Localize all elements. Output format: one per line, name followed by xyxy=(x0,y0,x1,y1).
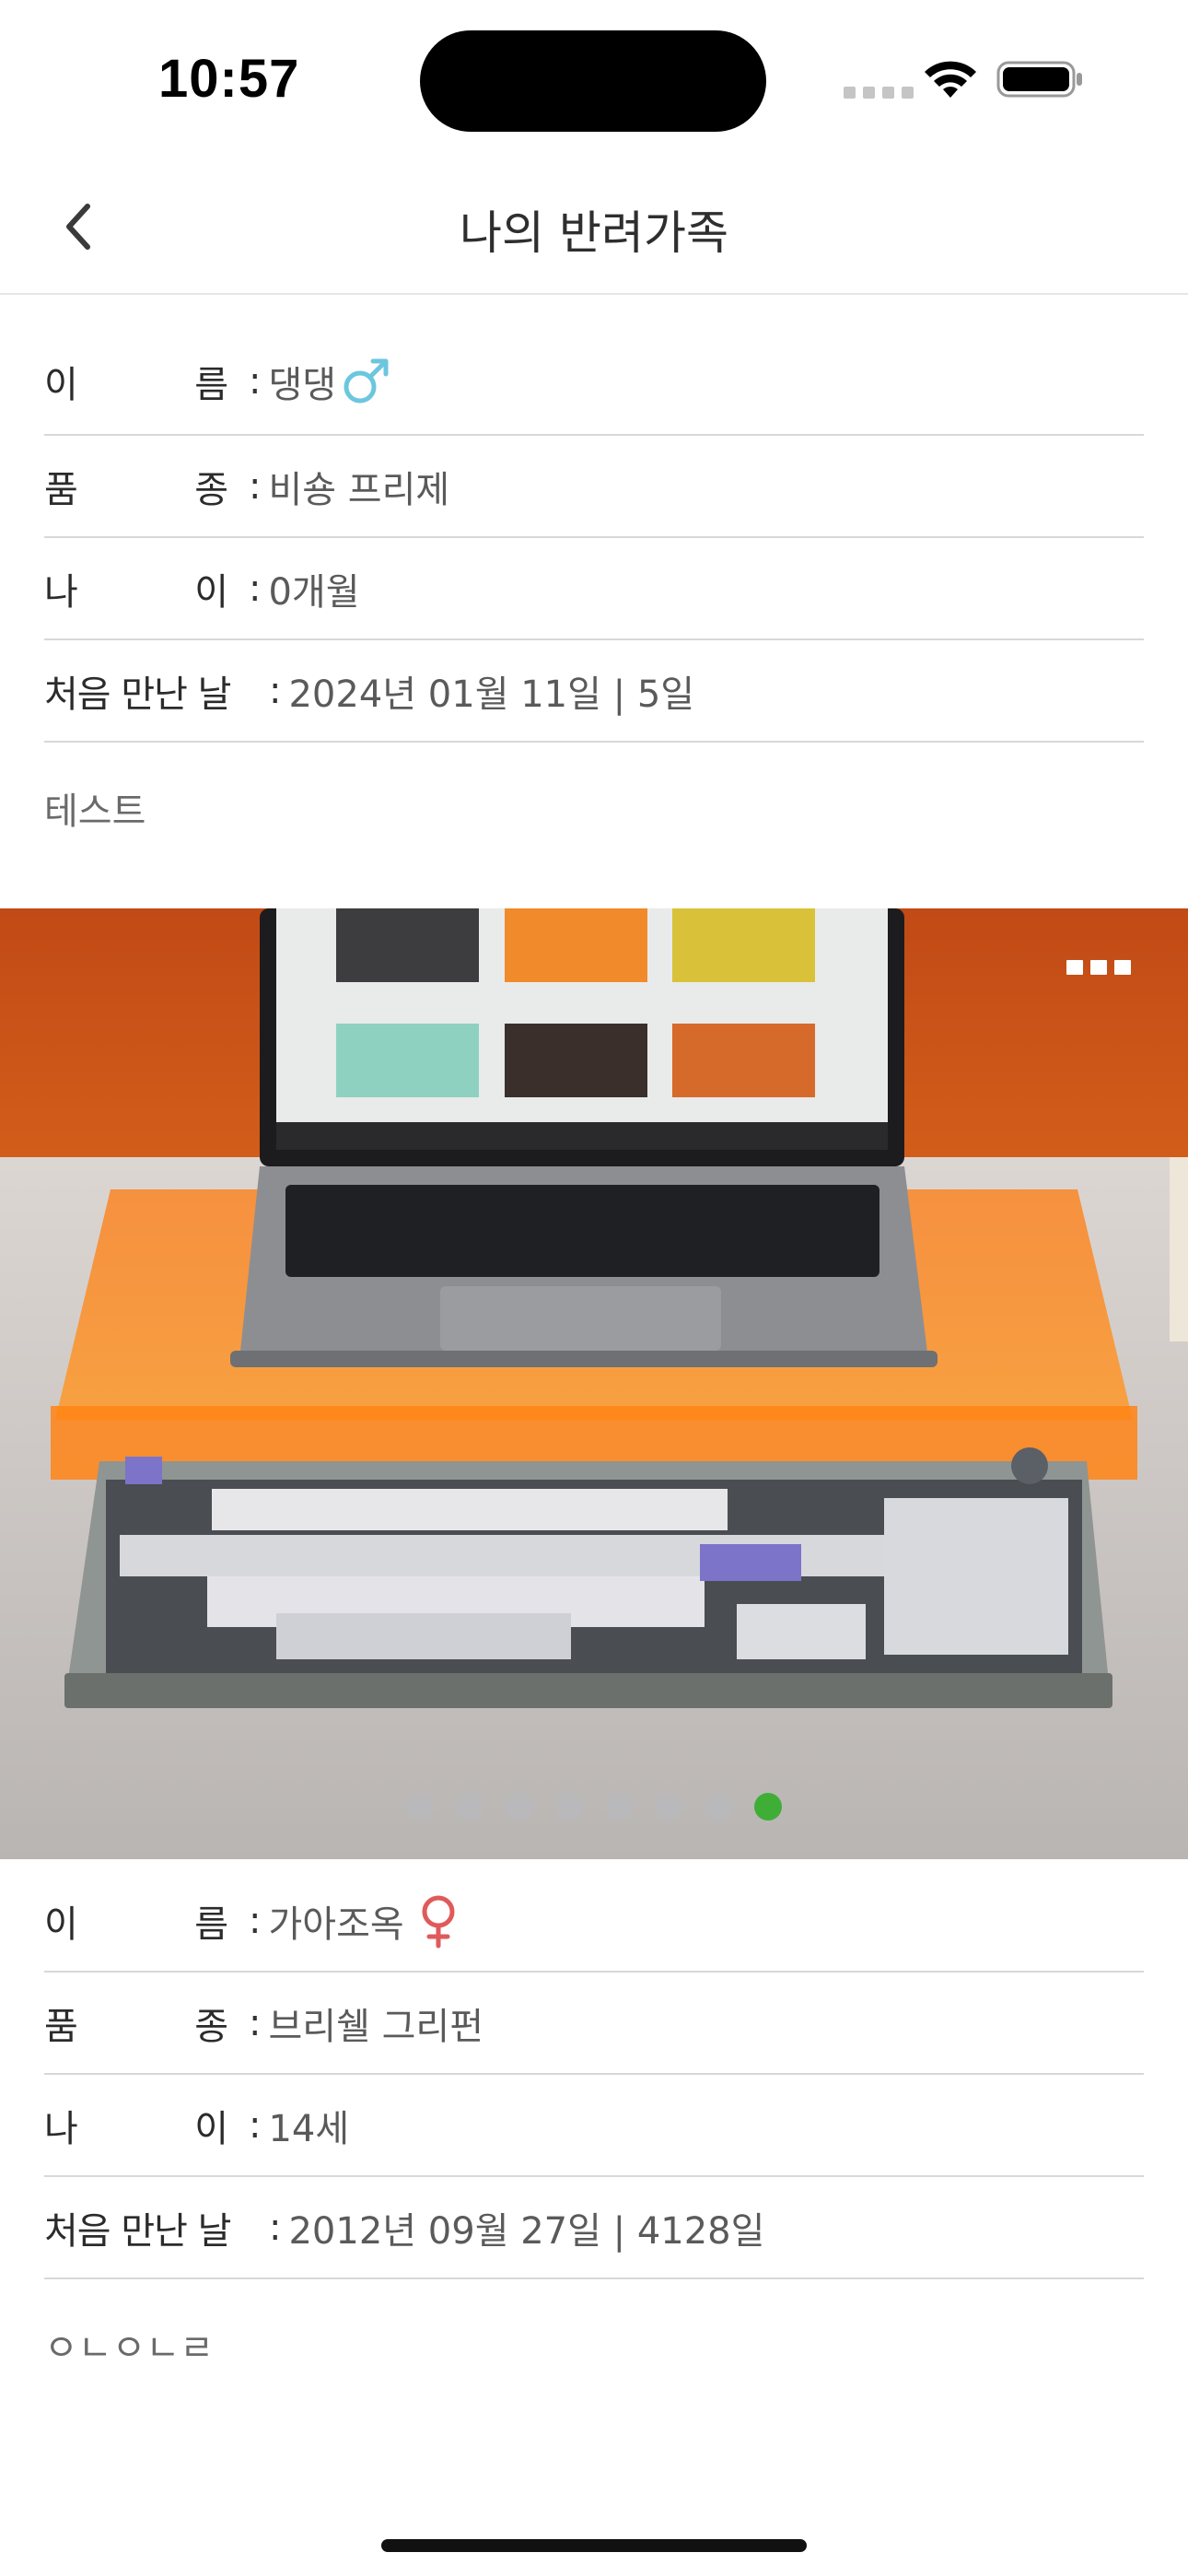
pet-memo: ㅇㄴㅇㄴㄹ xyxy=(44,2327,214,2370)
pet-age-row: 나이 : 0개월 xyxy=(44,538,1144,640)
page-dot[interactable] xyxy=(406,1793,434,1821)
page-dot[interactable] xyxy=(605,1793,633,1821)
pet-name-value: 가아조옥 xyxy=(268,1893,459,1949)
age-label: 나이 xyxy=(44,570,228,614)
carousel-page-indicator xyxy=(0,1793,1188,1821)
pet-age-value: 14세 xyxy=(268,2107,350,2150)
wifi-icon xyxy=(925,61,976,98)
status-time: 10:57 xyxy=(158,49,300,109)
pet-met-date-value: 2024년 01월 11일 | 5일 xyxy=(288,673,695,716)
dynamic-island xyxy=(420,30,766,132)
cellular-signal-icon xyxy=(844,87,914,99)
status-bar: 10:57 xyxy=(0,0,1188,161)
name-label: 이름 xyxy=(44,363,228,406)
met-date-label: 처음 만난 날 xyxy=(44,2209,231,2253)
pet-photo xyxy=(0,908,1188,1859)
breed-label: 품종 xyxy=(44,2005,228,2048)
more-options-button[interactable] xyxy=(1061,954,1136,980)
pet-memo: 테스트 xyxy=(44,790,146,833)
page-dot[interactable] xyxy=(456,1793,483,1821)
home-indicator[interactable] xyxy=(381,2539,807,2552)
navigation-bar: 나의 반려가족 xyxy=(0,161,1188,295)
pet-breed-row: 품종 : 비숑 프리제 xyxy=(44,436,1144,538)
screen: 10:57 나의 반려가족 이름 : 댕댕 품 종: 비숑 프리제 나 이:… xyxy=(0,0,1188,2576)
pet-name-row: 이름 : 가아조옥 xyxy=(44,1870,1144,1973)
pet-met-date-value: 2012년 09월 27일 | 4128일 xyxy=(288,2209,765,2253)
female-icon xyxy=(417,1893,460,1949)
page-dot[interactable] xyxy=(506,1793,533,1821)
name-label: 이름 xyxy=(44,1903,228,1946)
keyboard-keys xyxy=(106,1447,1082,1673)
pet-breed-row: 품종 : 브리쉘 그리펀 xyxy=(44,1973,1144,2075)
page-dot[interactable] xyxy=(705,1793,732,1821)
pet-met-date-row: 처음 만난 날 : 2012년 09월 27일 | 4128일 xyxy=(44,2177,1144,2279)
page-dot[interactable] xyxy=(655,1793,682,1821)
photo-carousel[interactable] xyxy=(0,908,1188,1859)
pet-name-value: 댕댕 xyxy=(268,355,391,408)
pet-info-card: 이름 : 가아조옥 품종 : 브리쉘 그리펀 나이: 14세 처음 만난 날 … xyxy=(44,1870,1144,2371)
page-dot-active[interactable] xyxy=(754,1793,782,1821)
pet-info-card: 이름 : 댕댕 품종 : 비숑 프리제 나이: 0개월 처음 만난 날: 2… xyxy=(44,295,1144,835)
pet-breed-value: 비숑 프리제 xyxy=(268,468,450,511)
pet-met-date-row: 처음 만난 날 : 2024년 01월 11일 | 5일 xyxy=(44,640,1144,743)
pet-breed-value: 브리쉘 그리펀 xyxy=(268,2005,483,2048)
pet-name-row: 이름 : 댕댕 xyxy=(44,295,1144,436)
battery-icon xyxy=(996,61,1082,98)
male-icon xyxy=(342,357,391,405)
pet-age-row: 나이 : 14세 xyxy=(44,2075,1144,2177)
age-label: 나이 xyxy=(44,2107,228,2150)
breed-label: 품종 xyxy=(44,468,228,511)
page-title: 나의 반려가족 xyxy=(460,206,728,260)
met-date-label: 처음 만난 날 xyxy=(44,673,231,716)
page-dot[interactable] xyxy=(555,1793,583,1821)
pet-age-value: 0개월 xyxy=(268,570,360,614)
